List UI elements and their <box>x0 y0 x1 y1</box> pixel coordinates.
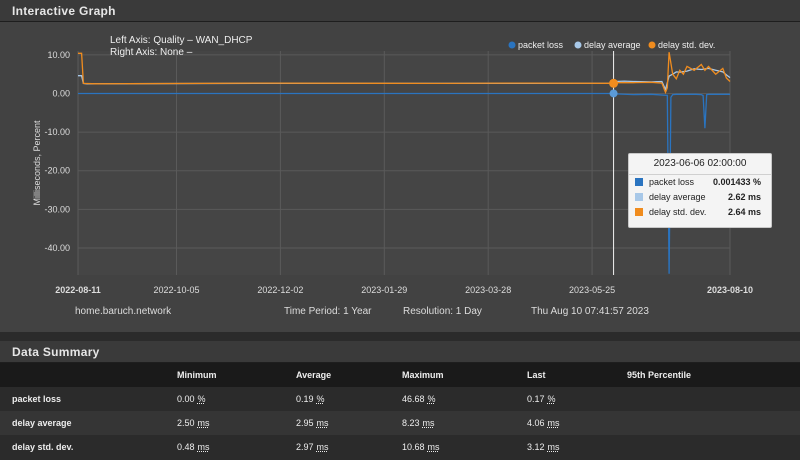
footer-host: home.baruch.network <box>75 306 172 317</box>
crosshair-marker-packet-loss <box>609 89 618 98</box>
tooltip-series-name: delay average <box>649 192 706 202</box>
cell-unit: ms <box>547 418 560 428</box>
y-tick-label: -30.00 <box>44 204 70 214</box>
cell-unit: % <box>197 394 206 404</box>
cell-value: 8.23 <box>402 418 420 428</box>
cell-value: 0.17 <box>527 394 545 404</box>
cell-value: 46.68 <box>402 394 425 404</box>
graph-panel-header: Interactive Graph <box>0 0 800 22</box>
table-row: delay average 2.50 ms 2.95 ms 8.23 ms 4.06 ms <box>0 411 800 435</box>
table-cell: 8.23 ms <box>402 411 435 435</box>
y-tick-label: -20.00 <box>44 166 70 176</box>
cell-value: 0.19 <box>296 394 314 404</box>
summary-header-row: Minimum Average Maximum Last 95th Percen… <box>0 363 800 387</box>
col-header-last: Last <box>527 370 546 380</box>
cell-value: 2.95 <box>296 418 314 428</box>
y-tick-label: -40.00 <box>44 243 70 253</box>
tooltip-swatch-icon <box>635 208 643 216</box>
table-row: delay std. dev. 0.48 ms 2.97 ms 10.68 ms 3.12 ms <box>0 435 800 459</box>
cell-unit: ms <box>547 442 560 452</box>
cell-value: 4.06 <box>527 418 545 428</box>
footer-timestamp: Thu Aug 10 07:41:57 2023 <box>531 306 649 317</box>
x-tick-label: 2023-05-25 <box>569 285 615 295</box>
table-cell: 0.00% <box>177 387 206 411</box>
tooltip-row-delay-average: delay average 2.62 ms <box>629 190 771 205</box>
tooltip-series-value: 2.62 ms <box>727 192 761 202</box>
table-cell: 0.48 ms <box>177 435 210 459</box>
col-header-maximum: Maximum <box>402 370 444 380</box>
x-tick-label: 2022-10-05 <box>153 285 199 295</box>
legend-dot-icon <box>574 41 582 49</box>
x-tick-label: 2022-08-11 <box>55 285 101 295</box>
cell-unit: % <box>427 394 436 404</box>
col-header-95th-percentile: 95th Percentile <box>627 370 692 380</box>
graph-panel-title: Interactive Graph <box>12 4 116 18</box>
row-label: delay average <box>12 418 72 428</box>
cell-unit: ms <box>197 442 210 452</box>
table-cell <box>627 435 630 459</box>
x-tick-label: 2022-12-02 <box>257 285 303 295</box>
right-axis-info: Right Axis: None – <box>110 47 193 58</box>
x-tick-label: 2023-01-29 <box>361 285 407 295</box>
legend-dot-icon <box>508 41 516 49</box>
legend-item-label: packet loss <box>518 40 564 50</box>
row-label: delay std. dev. <box>12 442 74 452</box>
table-cell: 4.06 ms <box>527 411 560 435</box>
tooltip-series-value: 0.001433 % <box>712 177 761 187</box>
y-tick-label: -10.00 <box>44 127 70 137</box>
tooltip-swatch-icon <box>635 178 643 186</box>
table-cell: 2.50 ms <box>177 411 210 435</box>
cell-value: 2.50 <box>177 418 195 428</box>
x-tick-label: 2023-08-10 <box>707 285 753 295</box>
x-tick-label: 2023-03-28 <box>465 285 511 295</box>
cell-unit: ms <box>316 418 329 428</box>
cell-unit: % <box>316 394 325 404</box>
cell-unit: ms <box>197 418 210 428</box>
left-axis-info: Left Axis: Quality – WAN_DHCP <box>110 35 253 46</box>
footer-time-period: Time Period: 1 Year <box>284 306 372 317</box>
table-cell: 0.17% <box>527 387 556 411</box>
table-cell: 0.19% <box>296 387 325 411</box>
table-cell: 2.95 ms <box>296 411 329 435</box>
legend-item-label: delay average <box>584 40 641 50</box>
interactive-graph[interactable]: 10.00 0.00 -10.00 -20.00 -30.00 -40.00 2022-08… <box>0 22 800 332</box>
cell-unit: ms <box>422 418 435 428</box>
table-cell: 10.68 ms <box>402 435 440 459</box>
tooltip-row-packet-loss: packet loss 0.001433 % <box>629 175 771 190</box>
table-cell: 2.97 ms <box>296 435 329 459</box>
chart-tooltip: 2023-06-06 02:00:00 packet loss 0.001433… <box>628 153 772 228</box>
tooltip-swatch-icon <box>635 193 643 201</box>
table-cell: 46.68% <box>402 387 436 411</box>
cell-value: 10.68 <box>402 442 425 452</box>
y-axis-label: Milliseconds, Percent <box>32 120 42 206</box>
table-cell: 3.12 ms <box>527 435 560 459</box>
y-tick-label: 0.00 <box>52 88 70 98</box>
summary-panel-title: Data Summary <box>12 345 100 359</box>
tooltip-row-delay-std-dev: delay std. dev. 2.64 ms <box>629 205 771 220</box>
col-header-average: Average <box>296 370 332 380</box>
crosshair-marker-std-dev <box>609 78 619 88</box>
y-tick-label: 10.00 <box>47 50 70 60</box>
cell-value: 3.12 <box>527 442 545 452</box>
data-summary-table: Minimum Average Maximum Last 95th Percen… <box>0 363 800 459</box>
footer-resolution: Resolution: 1 Day <box>403 306 482 317</box>
cell-value: 0.48 <box>177 442 195 452</box>
row-label: packet loss <box>12 394 62 404</box>
table-row: packet loss 0.00% 0.19% 46.68% 0.17% <box>0 387 800 411</box>
cell-unit: ms <box>316 442 329 452</box>
table-cell <box>627 387 630 411</box>
col-header-minimum: Minimum <box>177 370 217 380</box>
tooltip-series-value: 2.64 ms <box>727 207 761 217</box>
legend-dot-icon <box>648 41 656 49</box>
legend-item-label: delay std. dev. <box>658 40 715 50</box>
cell-value: 2.97 <box>296 442 314 452</box>
summary-panel-header: Data Summary <box>0 341 800 363</box>
tooltip-series-name: delay std. dev. <box>649 207 707 217</box>
cell-unit: % <box>547 394 556 404</box>
cell-value: 0.00 <box>177 394 195 404</box>
tooltip-date: 2023-06-06 02:00:00 <box>629 154 771 175</box>
tooltip-series-name: packet loss <box>649 177 695 187</box>
table-cell <box>627 411 630 435</box>
cell-unit: ms <box>427 442 440 452</box>
